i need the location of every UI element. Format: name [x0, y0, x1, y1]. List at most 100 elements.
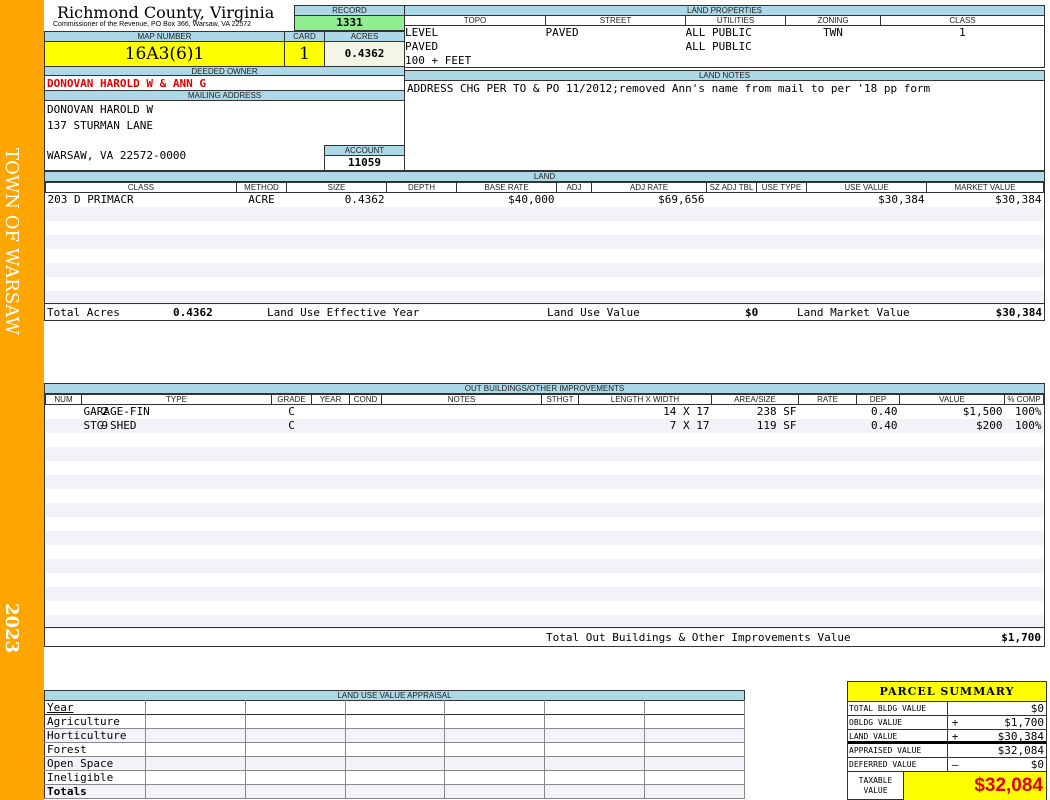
land-use-value: $0 — [745, 306, 759, 319]
outbuilding-cell — [712, 587, 799, 601]
outbuilding-cell — [82, 447, 272, 461]
outbuilding-cell — [350, 419, 382, 433]
outbuilding-cell — [712, 461, 799, 475]
land-cell — [287, 263, 387, 277]
land-cell — [757, 207, 807, 221]
outbuilding-cell — [46, 573, 82, 587]
value-cell — [544, 784, 646, 799]
outbuilding-cell — [1005, 587, 1044, 601]
outbuilding-cell — [579, 447, 712, 461]
land-cell — [237, 277, 287, 291]
table-row: 203 D PRIMACR ACRE 0.4362 $40,000 $69,656 $30… — [46, 193, 1044, 207]
value-cell — [245, 728, 346, 743]
outbuilding-cell — [712, 601, 799, 615]
outbuilding-cell — [542, 489, 579, 503]
value-cell — [145, 770, 246, 785]
summary-value: $0 — [1030, 758, 1044, 771]
outbuilding-cell: $200 — [976, 419, 1003, 432]
outbuilding-cell — [712, 489, 799, 503]
summary-row: TOTAL BLDG VALUE $0 — [848, 702, 1046, 716]
outbuilding-cell — [579, 433, 712, 447]
land-cell — [387, 277, 457, 291]
outbuilding-cell — [272, 433, 312, 447]
outbuilding-cell — [857, 559, 900, 573]
outbuilding-cell — [579, 545, 712, 559]
outbuilding-cell — [272, 559, 312, 573]
acres-value: 0.4362 — [324, 41, 405, 67]
value-cell — [544, 770, 646, 785]
outbuilding-cell: C — [288, 419, 295, 432]
col-header: ZONING — [785, 15, 881, 26]
outbuilding-cell — [350, 433, 382, 447]
map-number: 16A3(6)1 — [44, 41, 285, 67]
table-row — [46, 277, 1044, 291]
land-cell — [237, 263, 287, 277]
utilities: ALL PUBLIC — [685, 26, 752, 40]
taxable-value-row: TAXABLE VALUE $32,084 — [848, 772, 1046, 800]
outbuilding-cell — [900, 531, 1005, 545]
col-header: YEAR — [311, 394, 350, 405]
outbuilding-cell: 100% — [1015, 419, 1042, 432]
land-cell — [457, 263, 557, 277]
outbuilding-cell — [900, 489, 1005, 503]
outbuilding-cell — [46, 559, 82, 573]
col-header: ADJ — [556, 182, 592, 193]
outbuilding-cell — [382, 545, 542, 559]
outbuilding-cell — [857, 517, 900, 531]
land-use-year-row: Year — [44, 700, 745, 715]
outbuilding-cell — [350, 587, 382, 601]
outbuilding-cell: 14 X 17 — [663, 405, 710, 419]
summary-value: $1,700 — [1004, 716, 1044, 729]
land-cell — [707, 249, 757, 263]
town-name: TOWN OF WARSAW — [1, 148, 22, 335]
outbuilding-cell — [312, 559, 350, 573]
land-cell — [387, 235, 457, 249]
value-cell — [345, 714, 446, 729]
topo: LEVEL — [405, 26, 439, 40]
outbuilding-cell — [272, 531, 312, 545]
land-cell — [287, 221, 387, 235]
outbuilding-cell: 7 X 17 — [669, 419, 710, 432]
outbuilding-cell — [900, 447, 1005, 461]
outbuilding-cell — [1005, 545, 1044, 559]
summary-row: APPRAISED VALUE $32,084 — [848, 744, 1046, 758]
col-header: NUM — [45, 394, 82, 405]
land-cell — [287, 207, 387, 221]
value-cell — [345, 728, 446, 743]
table-row — [46, 489, 1044, 503]
col-header: GRADE — [271, 394, 312, 405]
outbuilding-cell — [312, 573, 350, 587]
value-cell — [644, 714, 745, 729]
value-cell — [345, 770, 446, 785]
outbuilding-cell — [857, 433, 900, 447]
row-label: Totals — [44, 784, 146, 799]
outbuilding-cell: $1,500 — [962, 405, 1003, 419]
outbuilding-cell — [900, 475, 1005, 489]
outbuilding-cell — [712, 475, 799, 489]
outbuilding-cell — [579, 587, 712, 601]
land-cell — [592, 207, 707, 221]
land-cell — [46, 249, 237, 263]
outbuilding-cell — [312, 461, 350, 475]
land-cell — [592, 221, 707, 235]
col-header: % COMP — [1004, 394, 1044, 405]
table-row: Open Space — [44, 756, 745, 771]
land-cell — [457, 235, 557, 249]
outbuilding-cell — [1005, 489, 1044, 503]
outbuilding-cell — [579, 517, 712, 531]
outbuilding-cell — [46, 447, 82, 461]
value-cell — [444, 742, 546, 757]
land-cell — [807, 207, 927, 221]
outbuilding-cell — [542, 587, 579, 601]
value-cell — [145, 784, 246, 799]
value-cell — [145, 756, 246, 771]
table-row — [46, 433, 1044, 447]
outbuilding-cell — [712, 433, 799, 447]
land-cell — [707, 235, 757, 249]
land-use-appraisal-table: Agriculture Horticulture Forest Open Space I… — [44, 714, 745, 799]
outbuilding-cell — [350, 447, 382, 461]
outbuilding-cell — [272, 545, 312, 559]
outbuilding-cell — [82, 433, 272, 447]
page-title: Richmond County, Virginia — [57, 3, 275, 22]
land-cell — [46, 207, 237, 221]
